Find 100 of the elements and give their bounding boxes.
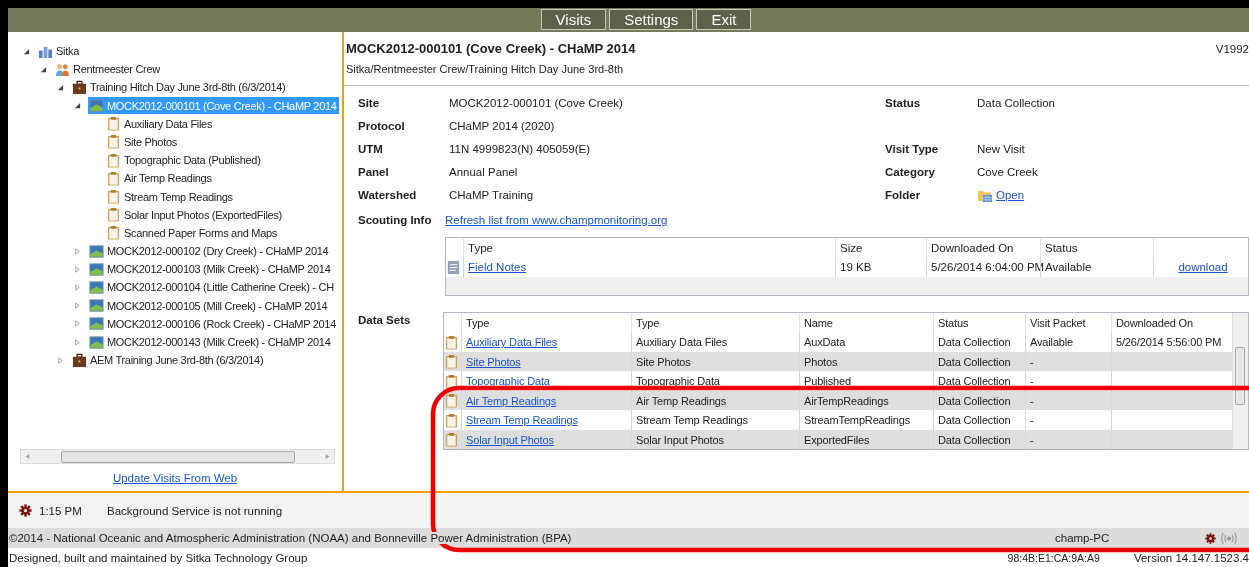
field-label: Folder [885, 189, 922, 202]
table-cell: Published [799, 371, 933, 391]
tree-item[interactable]: Air Temp Readings [105, 169, 214, 187]
tree-item[interactable]: MOCK2012-000103 (Milk Creek) - CHaMP 2014 [88, 260, 333, 278]
field-value: 11N 4999823(N) 405059(E) [449, 143, 592, 156]
field-label: Scouting Info [358, 213, 433, 226]
tree-item[interactable]: Training Hitch Day June 3rd-8th (6/3/2014) [71, 78, 288, 96]
version-text: Version 14.147.1523.4 [1133, 551, 1249, 564]
tree-item[interactable]: Topographic Data (Published) [105, 151, 263, 169]
toolbar-button[interactable]: Visits [540, 9, 607, 31]
landscape-image-icon [89, 98, 104, 114]
clipboard-icon [444, 432, 459, 448]
field-label: Protocol [358, 120, 406, 133]
table-cell: Available [1025, 332, 1111, 352]
tree-item[interactable]: MOCK2012-000105 (Mill Creek) - CHaMP 2014 [88, 297, 330, 315]
vertical-scrollbar[interactable] [1232, 312, 1248, 449]
tree-item[interactable]: Scanned Paper Forms and Maps [105, 224, 280, 242]
collapsed-arrow-icon[interactable] [57, 356, 64, 364]
tree-item[interactable]: Rentmeester Crew [54, 60, 162, 78]
tree-item[interactable]: Sitka [37, 42, 81, 60]
mac-address: 98:4B:E1:CA:9A:A9 [1007, 551, 1101, 564]
field-value: Cove Creek [977, 166, 1039, 179]
tree-item[interactable]: MOCK2012-000106 (Rock Creek) - CHaMP 2014 [88, 315, 338, 333]
toolbar-button[interactable]: Exit [696, 9, 752, 31]
landscape-image-icon [89, 316, 104, 332]
update-visits-link[interactable]: Update Visits From Web [112, 471, 238, 484]
open-folder-link[interactable]: Open [996, 189, 1025, 202]
table-cell: AuxData [799, 332, 933, 352]
collapsed-arrow-icon[interactable] [74, 283, 81, 291]
settings-icon[interactable] [1205, 532, 1216, 544]
clipboard-icon [106, 189, 121, 204]
status-time: 1:15 PM [39, 504, 83, 517]
field-label: Site [358, 97, 381, 110]
dataset-link[interactable]: Air Temp Readings [466, 394, 557, 407]
tree-item[interactable]: Solar Input Photos (ExportedFiles) [105, 206, 284, 224]
dataset-link[interactable]: Stream Temp Readings [466, 414, 578, 427]
field-label: UTM [358, 143, 384, 156]
collapsed-arrow-icon[interactable] [74, 320, 81, 328]
people-icon [55, 61, 70, 77]
landscape-image-icon [89, 261, 104, 277]
dataset-link[interactable]: Solar Input Photos [466, 433, 554, 446]
scroll-right-icon[interactable] [324, 453, 331, 461]
field-label: Category [885, 166, 936, 179]
collapsed-arrow-icon[interactable] [74, 265, 81, 273]
broadcast-icon [1220, 531, 1238, 545]
tree-item[interactable]: Stream Temp Readings [105, 188, 235, 205]
field-label: Visit Type [885, 143, 940, 156]
field-value: CHaMP 2014 (2020) [449, 120, 556, 133]
collapsed-arrow-icon[interactable] [74, 338, 81, 346]
tree-item[interactable]: MOCK2012-000104 (Little Catherine Creek) - CH [88, 278, 336, 296]
dataset-link[interactable]: Auxiliary Data Files [466, 336, 558, 349]
expanded-arrow-icon[interactable] [74, 102, 81, 110]
expanded-arrow-icon[interactable] [23, 47, 30, 55]
field-value: Data Collection [977, 97, 1056, 110]
table-cell: Solar Input Photos [631, 429, 799, 449]
field-notes-link[interactable]: Field Notes [468, 261, 527, 274]
refresh-list-link[interactable]: Refresh list from www.champmonitoring.org [445, 213, 1249, 226]
clipboard-icon [444, 334, 459, 350]
expanded-arrow-icon[interactable] [40, 65, 47, 73]
dataset-link[interactable]: Site Photos [466, 355, 521, 368]
collapsed-arrow-icon[interactable] [74, 302, 81, 310]
tree-item[interactable]: Auxiliary Data Files [105, 115, 215, 133]
clipboard-icon [106, 170, 121, 186]
tree-item[interactable]: Site Photos [105, 133, 179, 151]
table-cell: ExportedFiles [799, 429, 933, 449]
landscape-image-icon [89, 279, 104, 295]
tree-item[interactable]: MOCK2012-000143 (Milk Creek) - CHaMP 2014 [88, 333, 333, 351]
collapsed-arrow-icon[interactable] [74, 247, 81, 255]
table-cell: Data Collection [933, 429, 1025, 449]
expanded-arrow-icon[interactable] [57, 83, 64, 91]
dataset-link[interactable]: Topographic Data [466, 375, 550, 388]
landscape-image-icon [89, 298, 104, 314]
settings-icon [19, 504, 32, 518]
tree-item[interactable]: AEM Training June 3rd-8th (6/3/2014) [71, 351, 266, 369]
toolbar-button[interactable]: Settings [609, 9, 694, 31]
tree-item[interactable]: MOCK2012-000102 (Dry Creek) - CHaMP 2014 [88, 242, 331, 260]
table-cell: Auxiliary Data Files [631, 332, 799, 352]
download-link[interactable]: download [1178, 261, 1228, 274]
clipboard-icon [444, 412, 459, 428]
table-cell: - [1025, 371, 1111, 391]
clipboard-icon [106, 134, 121, 150]
table-cell: StreamTempReadings [799, 410, 933, 430]
clipboard-icon [444, 393, 459, 409]
machine-name: champ-PC [1055, 532, 1111, 545]
field-label: Panel [358, 166, 390, 179]
clipboard-icon [444, 373, 459, 389]
scroll-left-icon[interactable] [24, 453, 31, 461]
landscape-image-icon [89, 243, 104, 259]
briefcase-icon [72, 352, 87, 368]
table-cell: Topographic Data [631, 371, 799, 391]
table-cell: Data Collection [933, 410, 1025, 430]
version-label: V1992 [1215, 42, 1249, 55]
clipboard-icon [106, 225, 121, 241]
horizontal-scrollbar[interactable] [20, 449, 335, 465]
field-value: Annual Panel [449, 166, 519, 179]
status-message: Background Service is not running [107, 504, 283, 517]
clipboard-icon [106, 207, 121, 223]
table-cell: Data Collection [933, 371, 1025, 391]
credit-text: Designed, built and maintained by Sitka Technology Group [9, 551, 309, 564]
field-value: MOCK2012-000101 (Cove Creek) [449, 97, 624, 110]
